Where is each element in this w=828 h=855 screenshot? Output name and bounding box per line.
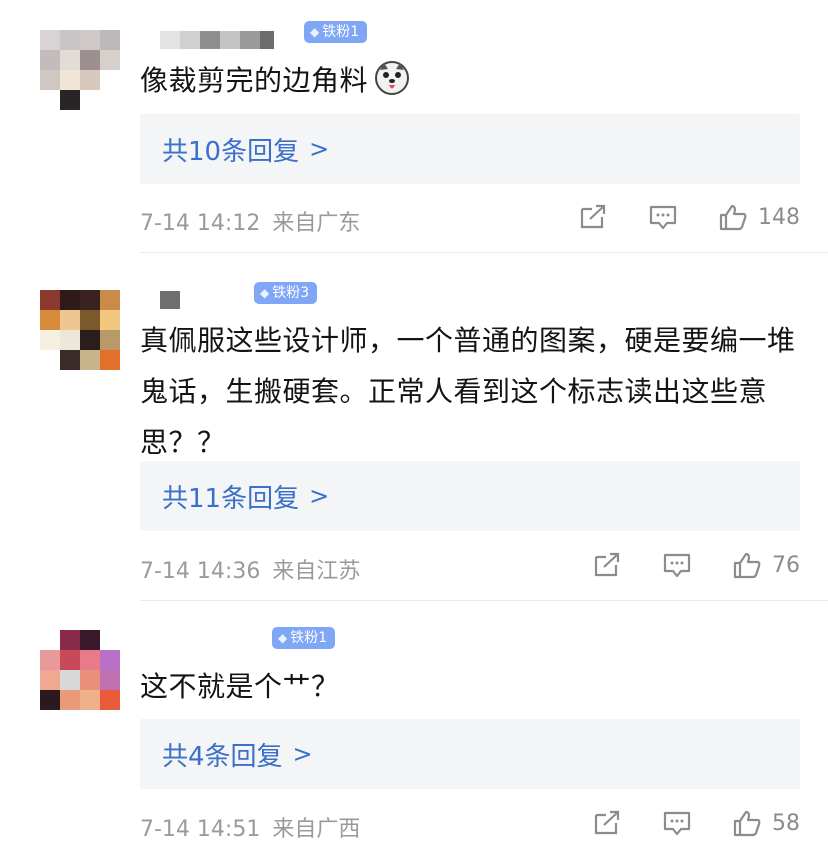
chevron-right-icon: > xyxy=(309,135,330,163)
username-blurred[interactable] xyxy=(160,31,274,49)
like-count: 76 xyxy=(772,552,800,578)
comment-meta: 7-14 14:12 来自广东 xyxy=(140,205,360,237)
comment-location: 来自广西 xyxy=(272,817,361,842)
diamond-icon: ◆ xyxy=(310,25,320,39)
dog-face-tongue-emoji xyxy=(375,61,410,95)
share-icon[interactable] xyxy=(592,809,622,837)
avatar[interactable] xyxy=(40,30,120,110)
fan-badge-label: 铁粉1 xyxy=(290,630,328,646)
comment-time: 7-14 14:12 xyxy=(140,211,261,236)
comment-text: 这不就是个艹？ xyxy=(140,670,340,703)
reply-count-label: 共4条回复 xyxy=(162,741,283,772)
diamond-icon: ◆ xyxy=(260,286,270,300)
comment-meta: 7-14 14:36 来自江苏 xyxy=(140,553,360,585)
like-count: 148 xyxy=(758,204,800,230)
reply-count-label: 共11条回复 xyxy=(162,483,300,514)
comment-meta: 7-14 14:51 来自广西 xyxy=(140,811,360,843)
avatar[interactable] xyxy=(40,630,120,710)
fan-badge[interactable]: ◆ 铁粉1 xyxy=(304,21,368,43)
fan-badge[interactable]: ◆ 铁粉1 xyxy=(272,627,336,649)
comment-actions: 148 xyxy=(578,203,800,231)
view-replies-button[interactable]: 共4条回复 > xyxy=(140,719,800,789)
chevron-right-icon: > xyxy=(292,740,313,768)
comment-text: 真佩服这些设计师，一个普通的图案，硬是要编一堆鬼话，生搬硬套。正常人看到这个标志… xyxy=(140,324,796,459)
view-replies-button[interactable]: 共10条回复 > xyxy=(140,114,800,184)
like-count: 58 xyxy=(772,810,800,836)
thumbs-up-icon[interactable] xyxy=(732,809,762,837)
divider xyxy=(140,600,828,601)
thumbs-up-icon[interactable] xyxy=(718,203,748,231)
thumbs-up-icon[interactable] xyxy=(732,551,762,579)
share-icon[interactable] xyxy=(578,203,608,231)
diamond-icon: ◆ xyxy=(278,631,288,645)
comment-time: 7-14 14:36 xyxy=(140,559,261,584)
comment-actions: 76 xyxy=(592,551,800,579)
fan-badge-label: 铁粉1 xyxy=(322,24,360,40)
comment-icon[interactable] xyxy=(662,809,692,837)
username-blurred[interactable] xyxy=(160,291,180,309)
view-replies-button[interactable]: 共11条回复 > xyxy=(140,461,800,531)
comment-time: 7-14 14:51 xyxy=(140,817,261,842)
avatar[interactable] xyxy=(40,290,120,370)
comment-icon[interactable] xyxy=(648,203,678,231)
reply-count-label: 共10条回复 xyxy=(162,136,300,167)
fan-badge-label: 铁粉3 xyxy=(272,285,310,301)
comment-icon[interactable] xyxy=(662,551,692,579)
comment-location: 来自广东 xyxy=(272,211,361,236)
chevron-right-icon: > xyxy=(309,482,330,510)
comment-location: 来自江苏 xyxy=(272,559,361,584)
fan-badge[interactable]: ◆ 铁粉3 xyxy=(254,282,318,304)
comment-actions: 58 xyxy=(592,809,800,837)
divider xyxy=(140,252,828,253)
share-icon[interactable] xyxy=(592,551,622,579)
comment-text: 像裁剪完的边角料 xyxy=(140,55,800,106)
